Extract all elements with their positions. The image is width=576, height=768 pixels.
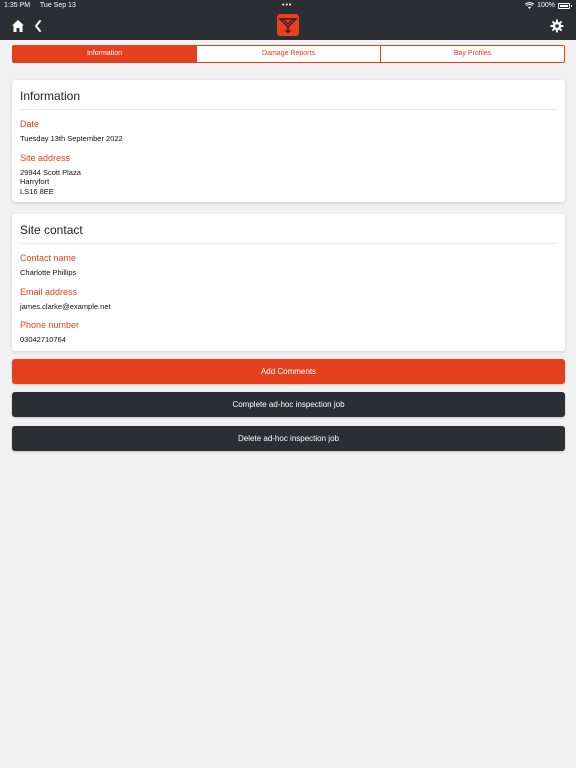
status-time: 1:35 PM	[4, 2, 31, 9]
status-date: Tue Sep 13	[39, 2, 76, 9]
information-card-title: Information	[20, 80, 557, 110]
email-address-label: Email address	[20, 286, 78, 297]
gear-icon[interactable]	[550, 19, 564, 33]
battery-percent: 100%	[537, 2, 555, 9]
tab-damage-reports[interactable]: Damage Reports	[197, 46, 381, 62]
site-contact-card-title: Site contact	[20, 214, 557, 244]
date-label: Date	[20, 119, 40, 129]
status-bar-left: 1:35 PM Tue Sep 13	[4, 2, 84, 9]
tab-bay-profiles[interactable]: Bay Profiles	[381, 46, 564, 62]
site-address-label: Site address	[20, 152, 71, 163]
wifi-icon	[525, 2, 535, 9]
top-bar: 1:35 PM Tue Sep 13 ••• 100%	[0, 0, 576, 40]
add-comments-button[interactable]: Add Comments	[12, 359, 565, 384]
information-card: Information Date Tuesday 13th September …	[12, 80, 565, 202]
contact-name-label: Contact name	[20, 253, 77, 263]
contact-name-value: Charlotte Phillips	[20, 268, 77, 277]
tab-information[interactable]: Information	[13, 46, 197, 62]
phone-number-value[interactable]: 03042710764	[20, 335, 557, 345]
status-bar-right: 100%	[525, 2, 572, 9]
site-address-value: 29944 Scott Plaza Harryfort LS16 8EE	[20, 168, 557, 197]
delete-inspection-button[interactable]: Delete ad-hoc inspection job	[12, 426, 565, 451]
phone-number-label: Phone number	[20, 320, 80, 330]
multitasking-dots[interactable]: •••	[282, 2, 292, 9]
address-line: LS16 8EE	[20, 186, 54, 196]
complete-inspection-button[interactable]: Complete ad-hoc inspection job	[12, 392, 565, 417]
segmented-tabs: Information Damage Reports Bay Profiles	[12, 45, 565, 63]
address-line: 29944 Scott Plaza	[20, 167, 81, 177]
brand-logo-icon	[277, 14, 299, 36]
back-icon[interactable]	[33, 19, 43, 33]
site-contact-card: Site contact Contact name Charlotte Phil…	[12, 214, 565, 351]
email-address-value[interactable]: james.clarke@example.net	[20, 302, 557, 312]
home-icon[interactable]	[11, 19, 25, 33]
address-line: Harryfort	[20, 177, 50, 186]
battery-icon	[558, 2, 572, 9]
date-value: Tuesday 13th September 2022	[20, 134, 123, 143]
